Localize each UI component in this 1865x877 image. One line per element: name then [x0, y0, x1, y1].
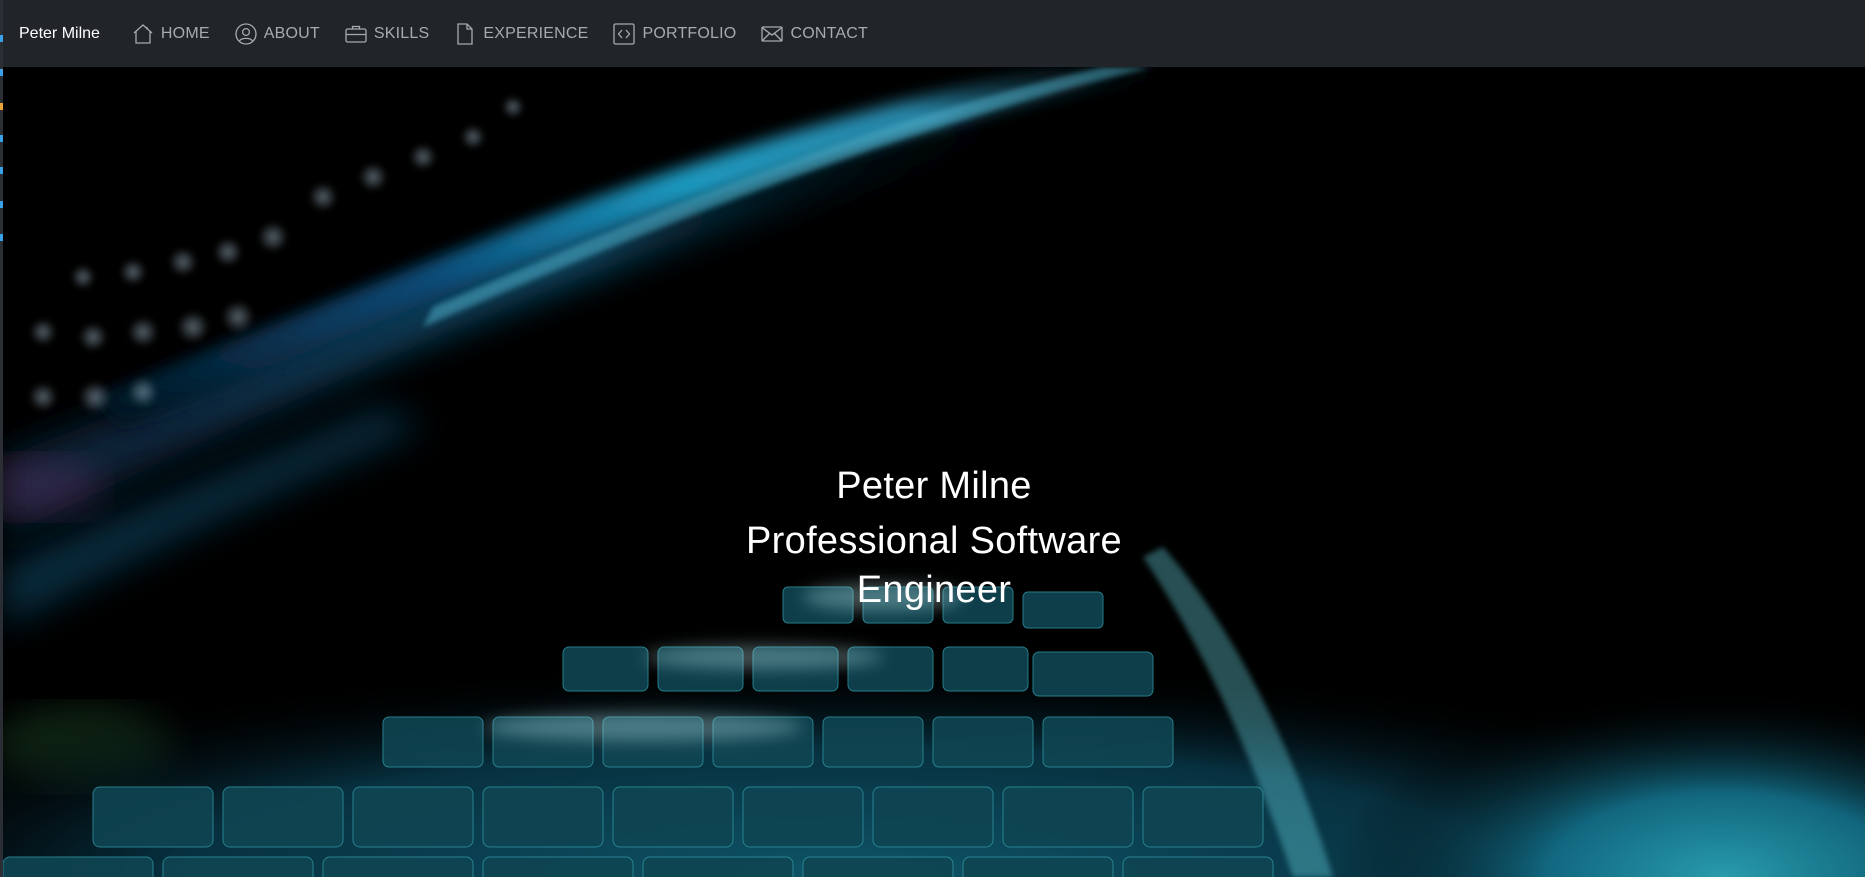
- nav-home[interactable]: HOME: [130, 21, 210, 47]
- user-circle-icon: [233, 21, 259, 47]
- hero-title: Professional Software Engineer: [746, 520, 1122, 611]
- hero-text-block: Peter Milne Professional Software Engine…: [3, 463, 1865, 615]
- document-icon: [452, 21, 478, 47]
- edge-marker: [0, 234, 3, 241]
- page: Peter Milne HOME ABOUT SKILLS EXPERIENCE: [0, 0, 1865, 877]
- edge-marker: [0, 35, 3, 42]
- edge-marker: [0, 103, 3, 110]
- hero-section: Peter Milne Professional Software Engine…: [3, 67, 1865, 877]
- edge-marker: [0, 201, 3, 208]
- left-edge-strip: [0, 0, 3, 877]
- hero-name: Peter Milne: [836, 465, 1032, 507]
- edge-marker: [0, 69, 3, 76]
- nav-about-label: ABOUT: [263, 24, 320, 42]
- edge-marker: [0, 135, 3, 142]
- briefcase-icon: [343, 21, 369, 47]
- home-icon: [130, 21, 156, 47]
- nav-contact[interactable]: CONTACT: [759, 21, 868, 47]
- edge-marker: [0, 167, 3, 174]
- nav-portfolio[interactable]: PORTFOLIO: [611, 21, 736, 47]
- nav-about[interactable]: ABOUT: [233, 21, 320, 47]
- top-navbar: Peter Milne HOME ABOUT SKILLS EXPERIENCE: [0, 0, 1865, 67]
- nav-home-label: HOME: [160, 24, 210, 42]
- brand-link[interactable]: Peter Milne: [19, 25, 100, 43]
- envelope-icon: [759, 21, 785, 47]
- nav-experience-label: EXPERIENCE: [483, 24, 589, 42]
- nav-skills-label: SKILLS: [373, 24, 430, 42]
- nav-contact-label: CONTACT: [790, 24, 868, 42]
- nav-experience[interactable]: EXPERIENCE: [452, 21, 588, 47]
- nav-skills[interactable]: SKILLS: [343, 21, 429, 47]
- code-icon: [611, 21, 637, 47]
- nav-portfolio-label: PORTFOLIO: [642, 24, 737, 42]
